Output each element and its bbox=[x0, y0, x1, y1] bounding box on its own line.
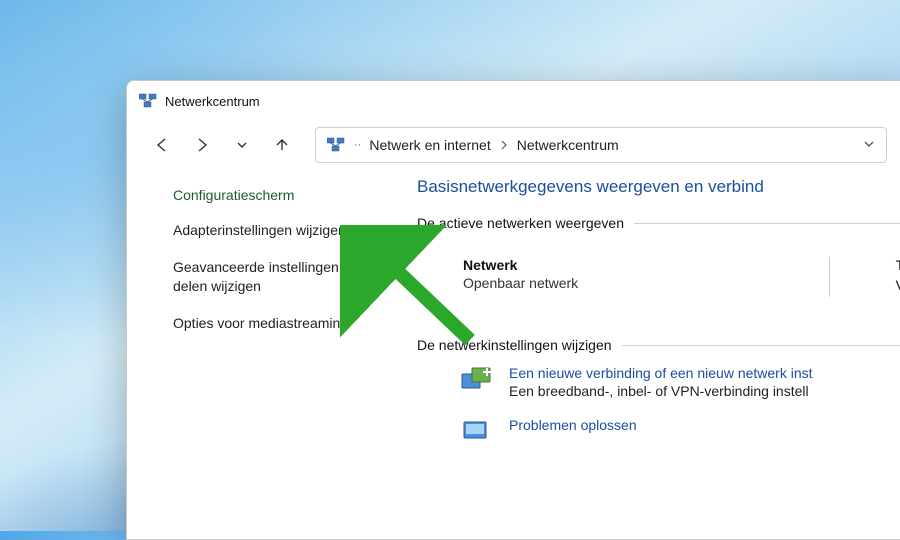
network-info: Netwerk Openbaar netwerk bbox=[463, 257, 578, 297]
new-connection-link[interactable]: Een nieuwe verbinding of een nieuw netwe… bbox=[509, 365, 813, 381]
sidebar-link-media-streaming[interactable]: Opties voor mediastreaming bbox=[173, 314, 379, 333]
content-area: Configuratiescherm Adapterinstellingen w… bbox=[127, 169, 900, 539]
network-name: Netwerk bbox=[463, 257, 578, 273]
recent-locations-button[interactable] bbox=[225, 128, 259, 162]
window-title: Netwerkcentrum bbox=[165, 94, 260, 109]
new-connection-item[interactable]: Een nieuwe verbinding of een nieuw netwe… bbox=[417, 353, 900, 399]
chevron-down-icon[interactable] bbox=[862, 137, 876, 154]
sidebar-link-adapter-settings[interactable]: Adapterinstellingen wijzigen bbox=[173, 221, 379, 240]
breadcrumb-parent[interactable]: Netwerk en internet bbox=[369, 137, 490, 153]
network-type: Openbaar netwerk bbox=[463, 275, 578, 291]
active-networks-label: De actieve netwerken weergeven bbox=[417, 215, 900, 231]
active-network-block: Netwerk Openbaar netwerk T V bbox=[417, 231, 900, 315]
address-bar[interactable]: ·· Netwerk en internet Netwerkcentrum bbox=[315, 127, 887, 163]
new-connection-icon bbox=[459, 365, 495, 395]
control-panel-window: Netwerkcentrum ·· Ne bbox=[126, 80, 900, 540]
forward-button[interactable] bbox=[185, 128, 219, 162]
troubleshoot-link[interactable]: Problemen oplossen bbox=[509, 417, 637, 433]
up-button[interactable] bbox=[265, 128, 299, 162]
breadcrumb-current[interactable]: Netwerkcentrum bbox=[517, 137, 619, 153]
sidebar-link-advanced-sharing[interactable]: Geavanceerde instellingen voor delen wij… bbox=[173, 258, 379, 296]
troubleshoot-icon bbox=[459, 417, 495, 447]
chevron-right-icon[interactable] bbox=[499, 140, 509, 150]
network-details: T V bbox=[896, 257, 900, 297]
sidebar-heading[interactable]: Configuratiescherm bbox=[173, 187, 379, 203]
change-settings-section: De netwerkinstellingen wijzigen Een nieu… bbox=[417, 337, 900, 447]
titlebar: Netwerkcentrum bbox=[127, 81, 900, 121]
network-sharing-center-icon bbox=[326, 135, 346, 155]
network-sharing-center-icon bbox=[139, 92, 157, 110]
main-panel: Basisnetwerkgegevens weergeven en verbin… bbox=[395, 169, 900, 539]
back-button[interactable] bbox=[145, 128, 179, 162]
new-connection-desc: Een breedband-, inbel- of VPN-verbinding… bbox=[509, 383, 813, 399]
sidebar: Configuratiescherm Adapterinstellingen w… bbox=[127, 169, 395, 539]
path-truncation-dots: ·· bbox=[354, 139, 361, 151]
navigation-bar: ·· Netwerk en internet Netwerkcentrum bbox=[127, 121, 900, 169]
change-settings-label: De netwerkinstellingen wijzigen bbox=[417, 337, 900, 353]
page-heading: Basisnetwerkgegevens weergeven en verbin… bbox=[417, 177, 900, 197]
troubleshoot-item[interactable]: Problemen oplossen bbox=[417, 399, 900, 447]
